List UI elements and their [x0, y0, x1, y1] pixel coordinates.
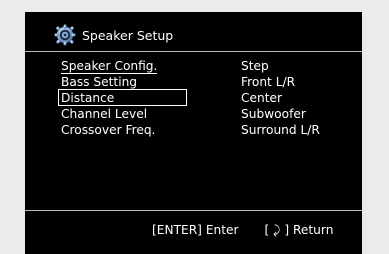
- enter-hint: [ENTER] Enter: [152, 223, 239, 237]
- footer-divider: [25, 210, 362, 211]
- menu-item-speaker-config[interactable]: Speaker Config.: [61, 58, 158, 74]
- option-surround-lr: Surround L/R: [241, 123, 320, 137]
- menu-item-channel-level[interactable]: Channel Level: [61, 106, 157, 122]
- footer-hints: [ENTER] Enter [ ⤸ ] Return: [152, 223, 333, 238]
- option-subwoofer: Subwoofer: [241, 107, 306, 121]
- option-front-lr: Front L/R: [241, 75, 296, 89]
- option-step: Step: [241, 59, 269, 73]
- speaker-setup-menu: Speaker Config. Bass Setting Distance Ch…: [57, 58, 188, 138]
- page-title: Speaker Setup: [82, 27, 174, 43]
- speaker-settings-icon: [54, 24, 76, 46]
- menu-item-crossover-freq[interactable]: Crossover Freq.: [61, 122, 157, 138]
- title-divider: [25, 51, 362, 52]
- menu-item-distance[interactable]: Distance: [57, 89, 188, 106]
- option-center: Center: [241, 91, 283, 105]
- return-hint: [ ⤸ ] Return: [264, 223, 334, 237]
- menu-item-bass-setting[interactable]: Bass Setting: [61, 74, 157, 90]
- speaker-setup-screen: Speaker Setup Speaker Config. Bass Setti…: [25, 12, 362, 254]
- title-bar: Speaker Setup: [53, 23, 173, 47]
- distance-options-list: Step Front L/R Center Subwoofer Surround…: [241, 58, 320, 138]
